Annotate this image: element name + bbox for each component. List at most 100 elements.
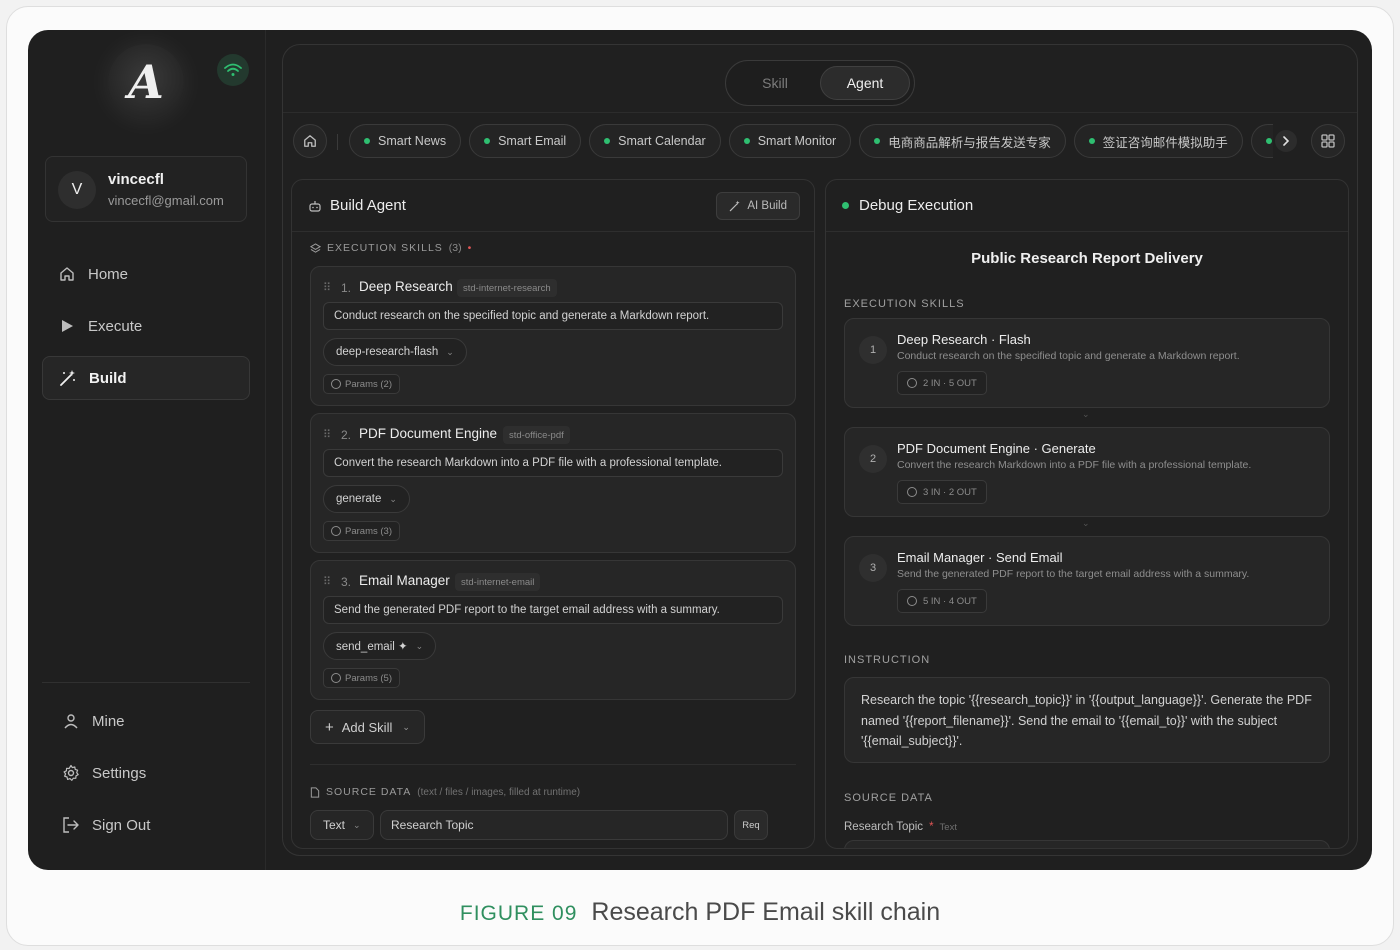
nav-mine[interactable]: Mine xyxy=(42,699,250,743)
home-icon xyxy=(304,135,316,147)
skill-description-input[interactable]: Convert the research Markdown into a PDF… xyxy=(323,449,783,477)
app-window: A V vincecfl vincecfl@gmail.com Home Exe… xyxy=(28,30,1372,870)
skill-number: 1. xyxy=(341,281,352,295)
params-button[interactable]: Params (5) xyxy=(323,668,400,688)
connection-status[interactable] xyxy=(217,54,249,86)
chip-separator xyxy=(337,134,338,150)
instruction-label: INSTRUCTION xyxy=(844,654,931,666)
step-io-label: 3 IN · 2 OUT xyxy=(923,486,977,498)
plus-icon: + xyxy=(325,718,334,736)
source-type-value: Text xyxy=(323,818,346,832)
ai-build-button[interactable]: AI Build xyxy=(716,192,800,220)
step-io-badge[interactable]: 2 IN · 5 OUT xyxy=(897,371,987,395)
agent-chips: Smart News Smart Email Smart Calendar Sm… xyxy=(349,124,1273,158)
chip-label: Smart News xyxy=(378,134,447,148)
user-email: vincecfl@gmail.com xyxy=(108,193,224,208)
nav-settings[interactable]: Settings xyxy=(42,751,250,795)
required-toggle[interactable]: Req xyxy=(734,810,768,840)
mode-agent-tab[interactable]: Agent xyxy=(820,66,910,100)
skill-description-input[interactable]: Conduct research on the specified topic … xyxy=(323,302,783,330)
chevron-down-icon: ⌄ xyxy=(1082,409,1090,419)
chip-label: 签证咨询邮件模拟助手 xyxy=(1102,135,1228,150)
step-number: 3 xyxy=(859,554,887,582)
debug-step-1[interactable]: 1 Deep Research · Flash Conduct research… xyxy=(844,318,1330,408)
magic-wand-icon xyxy=(59,369,77,387)
chip-smart-email[interactable]: Smart Email xyxy=(469,124,582,158)
build-divider xyxy=(310,764,796,765)
drag-handle-icon[interactable]: ⠿ xyxy=(323,575,331,588)
skill-card-1[interactable]: ⠿ 1. Deep Research std-internet-research… xyxy=(310,266,796,406)
mode-toggle[interactable]: Skill Agent xyxy=(725,60,915,106)
layers-icon xyxy=(310,242,321,253)
status-dot xyxy=(484,138,491,144)
figure-caption: FIGURE 09 Research PDF Email skill chain xyxy=(0,898,1400,927)
step-number: 2 xyxy=(859,445,887,473)
add-skill-label: Add Skill xyxy=(341,719,393,735)
params-button[interactable]: Params (3) xyxy=(323,521,400,541)
chip-smart-monitor[interactable]: Smart Monitor xyxy=(728,124,852,158)
info-icon xyxy=(331,673,341,683)
params-label: Params (3) xyxy=(345,525,392,537)
nav-home[interactable]: Home xyxy=(42,252,250,296)
grid-icon xyxy=(1321,134,1335,148)
chip-visa-assistant[interactable]: 签证咨询邮件模拟助手 xyxy=(1073,124,1243,158)
top-divider xyxy=(283,112,1357,113)
skill-method-select[interactable]: generate ⌄ xyxy=(323,485,410,513)
app-logo[interactable]: A xyxy=(108,44,184,120)
step-io-badge[interactable]: 3 IN · 2 OUT xyxy=(897,480,987,504)
skill-title: Deep Research xyxy=(359,279,453,294)
required-marker: • xyxy=(467,242,473,254)
chip-ecommerce-expert[interactable]: 电商商品解析与报告发送专家 xyxy=(859,124,1066,158)
sidebar-divider xyxy=(42,682,250,683)
chip-label: Smart Calendar xyxy=(618,134,706,148)
params-button[interactable]: Params (2) xyxy=(323,374,400,394)
step-io-badge[interactable]: 5 IN · 4 OUT xyxy=(897,589,987,613)
source-name-input[interactable]: Research Topic xyxy=(380,810,728,840)
skill-method-select[interactable]: send_email ✦ ⌄ xyxy=(323,632,437,660)
execution-skills-title: EXECUTION SKILLS xyxy=(327,242,443,254)
source-type-select[interactable]: Text ⌄ xyxy=(310,810,374,840)
chip-smart-calendar[interactable]: Smart Calendar xyxy=(589,124,721,158)
skill-method-select[interactable]: deep-research-flash ⌄ xyxy=(323,338,467,366)
skill-card-2[interactable]: ⠿ 2. PDF Document Engine std-office-pdf … xyxy=(310,413,796,553)
chevron-down-icon: ⌄ xyxy=(389,493,397,504)
step-title: Email Manager · Send Email xyxy=(897,550,1063,565)
user-card[interactable]: V vincecfl vincecfl@gmail.com xyxy=(45,156,247,222)
source-field-input[interactable] xyxy=(844,840,1330,848)
step-title: PDF Document Engine · Generate xyxy=(897,441,1096,456)
document-icon xyxy=(310,786,320,798)
skill-method-value: generate xyxy=(336,493,382,505)
nav-build-label: Build xyxy=(89,369,127,387)
debug-execution-panel: Debug Execution Public Research Report D… xyxy=(825,179,1349,849)
figure-title: Research PDF Email skill chain xyxy=(591,898,941,926)
skill-card-3[interactable]: ⠿ 3. Email Manager std-internet-email Se… xyxy=(310,560,796,700)
chips-scroll-right-button[interactable] xyxy=(1275,130,1297,152)
nav-execute[interactable]: Execute xyxy=(42,304,250,348)
chips-home-button[interactable] xyxy=(293,124,327,158)
grid-view-button[interactable] xyxy=(1311,124,1345,158)
execution-skills-count: (3) xyxy=(448,242,462,254)
skill-number: 3. xyxy=(341,575,352,589)
debug-step-3[interactable]: 3 Email Manager · Send Email Send the ge… xyxy=(844,536,1330,626)
main-panel: Skill Agent Smart News Smart Email Smart… xyxy=(282,44,1358,856)
chevron-down-icon: ⌄ xyxy=(353,819,361,830)
chip-more[interactable] xyxy=(1250,124,1273,158)
drag-handle-icon[interactable]: ⠿ xyxy=(323,428,331,441)
info-icon xyxy=(907,487,917,497)
magic-wand-icon xyxy=(730,200,741,212)
source-data-hint: (text / files / images, filled at runtim… xyxy=(417,786,581,798)
debug-step-2[interactable]: 2 PDF Document Engine · Generate Convert… xyxy=(844,427,1330,517)
nav-build[interactable]: Build xyxy=(42,356,250,400)
debug-panel-header: Debug Execution xyxy=(826,180,1348,232)
info-icon xyxy=(907,378,917,388)
required-marker: * xyxy=(929,821,934,833)
params-label: Params (2) xyxy=(345,378,392,390)
nav-sign-out[interactable]: Sign Out xyxy=(42,803,250,847)
chip-smart-news[interactable]: Smart News xyxy=(349,124,462,158)
step-number: 1 xyxy=(859,336,887,364)
add-skill-button[interactable]: + Add Skill ⌄ xyxy=(310,710,425,744)
drag-handle-icon[interactable]: ⠿ xyxy=(323,281,331,294)
skill-description-input[interactable]: Send the generated PDF report to the tar… xyxy=(323,596,783,624)
mode-skill-tab[interactable]: Skill xyxy=(732,66,818,100)
wifi-icon xyxy=(224,63,242,76)
